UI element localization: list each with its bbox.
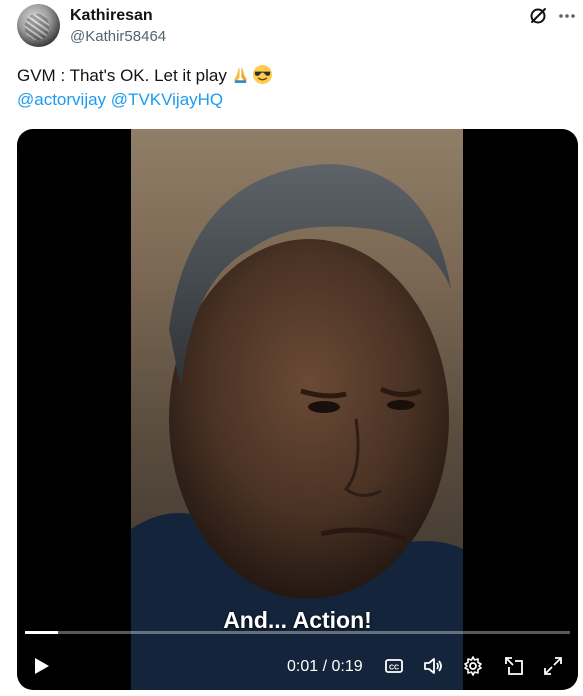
user-handle[interactable]: @Kathir58464 [70, 27, 166, 47]
tweet-body: GVM : That's OK. Let it play [17, 66, 227, 85]
video-frame [131, 129, 463, 690]
display-name[interactable]: Kathiresan [70, 6, 153, 26]
video-controls: 0:01 / 0:19 CC [17, 649, 578, 683]
volume-icon[interactable] [422, 655, 444, 677]
video-player[interactable]: And... Action! 0:01 / 0:19 CC [17, 129, 578, 690]
mention-link[interactable]: @TVKVijayHQ [111, 90, 223, 109]
play-icon[interactable] [30, 655, 52, 677]
mention-link[interactable]: @actorvijay [17, 90, 106, 109]
tweet-text: GVM : That's OK. Let it play @actorvijay… [17, 64, 567, 112]
svg-text:CC: CC [389, 665, 399, 672]
captions-icon[interactable]: CC [383, 655, 405, 677]
video-subtitle: And... Action! [223, 607, 372, 633]
video-progress-fill [25, 631, 58, 634]
picture-in-picture-icon[interactable] [503, 655, 525, 677]
smiling-face-with-sunglasses-icon [252, 64, 272, 85]
folded-hands-icon [233, 67, 247, 84]
more-icon[interactable] [557, 6, 577, 26]
video-still-image [131, 129, 463, 690]
grok-icon[interactable] [528, 6, 548, 26]
fullscreen-icon[interactable] [542, 655, 564, 677]
settings-icon[interactable] [462, 655, 484, 677]
avatar[interactable] [17, 4, 60, 47]
video-time: 0:01 / 0:19 [287, 658, 363, 675]
video-progress-bar[interactable] [25, 631, 570, 634]
